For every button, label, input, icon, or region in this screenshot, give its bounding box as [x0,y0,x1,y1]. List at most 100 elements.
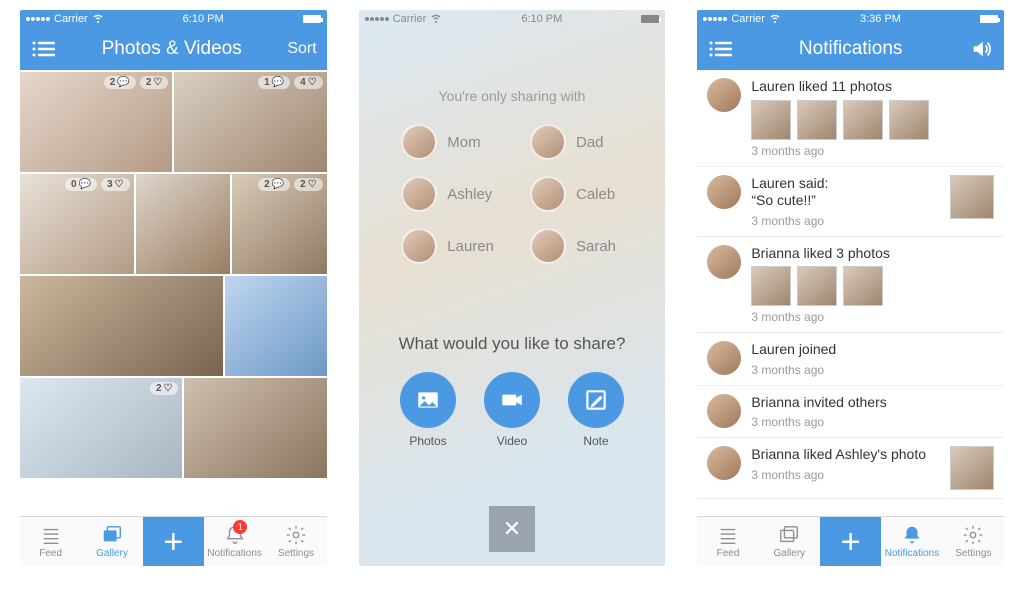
navbar: Notifications [697,28,1004,70]
photo-cell[interactable]: 0💬 3♡ [20,174,134,274]
avatar [707,78,741,112]
photo-cell[interactable] [225,276,327,376]
tab-settings[interactable]: Settings [265,517,326,566]
notification-list[interactable]: Lauren liked 11 photos3 months agoLauren… [697,70,1004,516]
signal-icon [26,17,50,21]
avatar [707,341,741,375]
notification-item[interactable]: Brianna liked Ashley's photo3 months ago [697,438,1004,499]
menu-icon[interactable] [30,38,56,60]
notification-item[interactable]: Lauren liked 11 photos3 months ago [697,70,1004,167]
thumbnail[interactable] [843,100,883,140]
share-photos-button[interactable]: Photos [400,372,456,448]
sound-icon[interactable] [968,38,994,60]
photo-cell[interactable] [184,378,326,478]
notification-meta: 3 months ago [751,214,940,228]
menu-icon[interactable] [707,38,733,60]
person-lauren[interactable]: Lauren [401,228,494,264]
tab-feed[interactable]: Feed [20,517,81,566]
notification-item[interactable]: Brianna invited others3 months ago [697,386,1004,439]
photo-cell[interactable]: 1💬 4♡ [174,72,326,172]
notification-title: Brianna liked 3 photos [751,245,994,263]
gallery-content: 2💬 2♡ 1💬 4♡ 0💬 3♡ [20,70,327,516]
tab-label: Notifications [885,548,939,559]
tabbar: Feed Gallery + 1 Notifications Settings [20,516,327,566]
share-note-button[interactable]: Note [568,372,624,448]
person-caleb[interactable]: Caleb [530,176,623,212]
thumbnail[interactable] [797,100,837,140]
tab-gallery[interactable]: Gallery [759,517,820,566]
thumbnail[interactable] [950,446,994,490]
photo-cell[interactable]: 2♡ [20,378,182,478]
statusbar: Carrier 6:10 PM [20,10,327,28]
person-dad[interactable]: Dad [530,124,623,160]
notification-item[interactable]: Lauren joined3 months ago [697,333,1004,386]
tab-gallery[interactable]: Gallery [81,517,142,566]
notification-title: Lauren said: “So cute!!” [751,175,940,210]
tab-label: Gallery [773,548,805,559]
photo-cell[interactable]: 2💬 2♡ [20,72,172,172]
photos-icon [400,372,456,428]
person-sarah[interactable]: Sarah [530,228,623,264]
plus-icon: + [163,525,183,559]
person-ashley[interactable]: Ashley [401,176,494,212]
like-badge: 4♡ [294,76,323,89]
thumbnail[interactable] [751,266,791,306]
notification-meta: 3 months ago [751,310,994,324]
statusbar: Carrier 3:36 PM [697,10,1004,28]
comment-badge: 2💬 [258,178,290,191]
action-label: Note [583,434,608,448]
thumbnail[interactable] [950,175,994,219]
signal-icon [703,17,727,21]
tab-notifications[interactable]: 1 Notifications [204,517,265,566]
share-panel: You're only sharing with Mom Dad Ashley … [359,28,666,566]
notification-meta: 3 months ago [751,363,994,377]
wifi-icon [430,12,442,27]
tab-feed[interactable]: Feed [697,517,758,566]
statusbar: Carrier 6:10 PM [359,10,666,28]
notification-item[interactable]: Brianna liked 3 photos 3 months ago [697,237,1004,334]
close-button[interactable]: ✕ [489,506,535,552]
notification-meta: 3 months ago [751,468,940,482]
photo-cell[interactable] [20,276,223,376]
action-label: Photos [409,434,446,448]
tab-notifications[interactable]: Notifications [881,517,942,566]
thumbnail[interactable] [797,266,837,306]
wifi-icon [769,12,781,27]
sharing-with-label: You're only sharing with [439,88,586,104]
signal-icon [365,17,389,21]
sort-button[interactable]: Sort [287,40,316,58]
action-label: Video [497,434,527,448]
clock: 3:36 PM [860,13,901,25]
avatar [401,124,437,160]
photo-cell[interactable]: 2💬 2♡ [232,174,327,274]
share-video-button[interactable]: Video [484,372,540,448]
thumbnail-row [751,100,994,140]
comment-badge: 1💬 [258,76,290,89]
photo-cell[interactable] [136,174,231,274]
avatar [530,124,566,160]
tab-add[interactable]: + [143,517,204,566]
share-prompt: What would you like to share? [399,334,626,354]
tab-add[interactable]: + [820,517,881,566]
avatar [707,245,741,279]
clock: 6:10 PM [521,13,562,25]
navbar: Photos & Videos Sort [20,28,327,70]
note-icon [568,372,624,428]
notification-item[interactable]: Lauren said: “So cute!!” 3 months ago [697,167,1004,237]
carrier-label: Carrier [393,13,427,25]
person-mom[interactable]: Mom [401,124,494,160]
carrier-label: Carrier [731,13,765,25]
notification-title: Lauren liked 11 photos [751,78,994,96]
thumbnail[interactable] [843,266,883,306]
notification-meta: 3 months ago [751,415,994,429]
people-grid: Mom Dad Ashley Caleb Lauren Sarah [401,124,622,264]
tab-settings[interactable]: Settings [943,517,1004,566]
avatar [530,228,566,264]
share-actions: Photos Video Note [400,372,624,448]
thumbnail[interactable] [751,100,791,140]
avatar [401,228,437,264]
page-title: Notifications [799,38,903,60]
thumbnail[interactable] [889,100,929,140]
tab-label: Settings [278,548,314,559]
tab-label: Feed [39,548,62,559]
